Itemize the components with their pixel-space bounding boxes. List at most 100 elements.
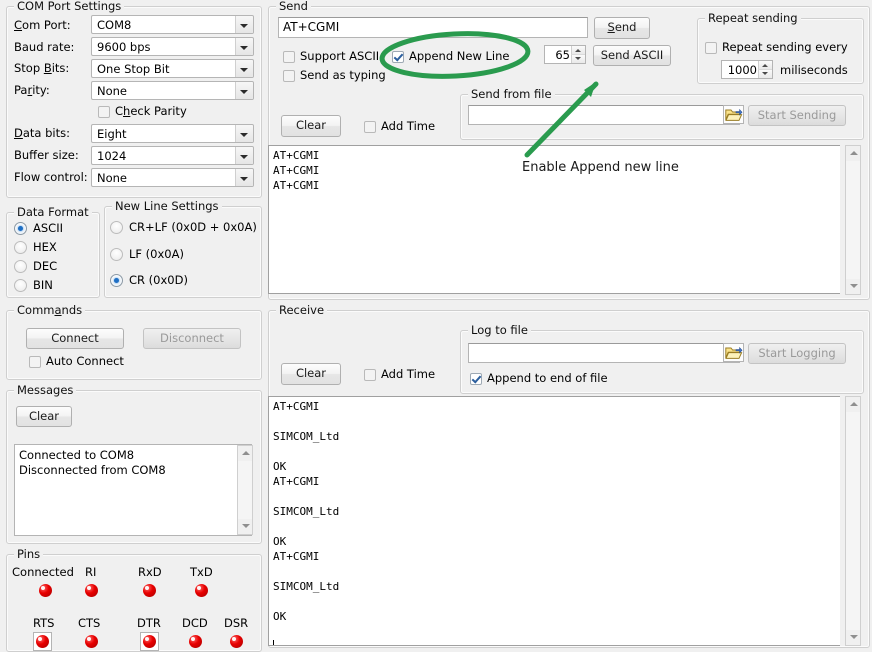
auto-connect-checkbox[interactable]: Auto Connect [29,355,124,368]
messages-scrollbar[interactable] [237,445,253,535]
list-item: Connected to COM8 [15,448,251,463]
scroll-up-arrow-icon[interactable] [238,446,252,461]
buffer-size-select[interactable]: 1024 [91,146,254,165]
ascii-code-value: 65 [555,48,570,62]
repeat-sending-caption: Repeat sending [705,12,801,24]
send-add-time-checkbox[interactable]: Add Time [364,120,435,133]
spinner-up-icon[interactable] [571,46,585,55]
checkbox-box [705,42,717,54]
radio-label: ASCII [33,222,63,235]
stop-bits-select[interactable]: One Stop Bit [91,59,254,78]
com-port-settings-caption: COM Port Settings [14,0,124,12]
chevron-down-icon[interactable] [235,125,253,142]
radio-dot [14,222,27,235]
messages-list[interactable]: Connected to COM8 Disconnected from COM8 [14,444,252,536]
data-bits-select[interactable]: Eight [91,124,254,143]
chevron-down-icon[interactable] [235,38,253,55]
radio-data-format-bin[interactable]: BIN [14,279,53,292]
pin-label-cts: CTS [78,616,100,630]
com-port-label: Com Port: [14,18,71,32]
ascii-code-spinner[interactable]: 65 [544,45,586,64]
auto-connect-label: Auto Connect [46,355,124,368]
radio-newline-lf[interactable]: LF (0x0A) [110,248,184,261]
send-button-label: Send [608,22,637,34]
commands-caption: Commands [14,304,85,316]
radio-label: HEX [33,241,57,254]
radio-newline-crlf[interactable]: CR+LF (0x0D + 0x0A) [110,221,257,234]
folder-open-icon [724,106,743,123]
send-caption: Send [276,0,311,12]
pin-label-connected: Connected [12,565,74,579]
com-port-select[interactable]: COM8 [91,15,254,34]
led-txd [195,584,208,597]
start-logging-button[interactable]: Start Logging [748,343,846,364]
radio-dot [110,221,123,234]
clear-label: Clear [296,368,326,380]
radio-data-format-hex[interactable]: HEX [14,241,57,254]
spinner-down-icon[interactable] [571,55,585,63]
scroll-up-arrow-icon[interactable] [846,397,860,412]
support-ascii-checkbox[interactable]: Support ASCII [283,50,379,63]
pin-label-txd: TxD [190,565,213,579]
parity-value: None [97,84,127,98]
pin-label-dsr: DSR [224,616,248,630]
send-as-typing-checkbox[interactable]: Send as typing [283,69,386,82]
receive-clear-button[interactable]: Clear [281,363,341,385]
disconnect-label: Disconnect [160,333,224,345]
connect-button[interactable]: Connect [26,328,124,349]
checkbox-box [29,356,41,368]
send-file-path-input[interactable] [468,105,740,125]
led-connected [39,584,52,597]
append-end-of-file-checkbox[interactable]: Append to end of file [470,372,608,385]
checkbox-box [392,51,404,63]
send-ascii-label: Send ASCII [601,50,664,62]
chevron-down-icon[interactable] [235,147,253,164]
radio-data-format-dec[interactable]: DEC [14,260,57,273]
parity-select[interactable]: None [91,81,254,100]
spinner-down-icon[interactable] [758,70,772,78]
radio-data-format-ascii[interactable]: ASCII [14,222,63,235]
append-new-line-label: Append New Line [409,50,510,63]
chevron-down-icon[interactable] [235,82,253,99]
repeat-interval-spinner[interactable]: 1000 [721,60,773,79]
checkbox-box [470,373,482,385]
chevron-down-icon[interactable] [235,60,253,77]
scroll-down-arrow-icon[interactable] [238,519,252,534]
start-sending-button[interactable]: Start Sending [748,105,846,126]
send-button[interactable]: Send [594,17,650,39]
log-to-file-caption: Log to file [468,324,531,336]
append-new-line-checkbox[interactable]: Append New Line [392,50,510,63]
flow-control-select[interactable]: None [91,168,254,187]
send-from-file-caption: Send from file [468,88,555,100]
send-file-browse-button[interactable] [723,105,744,124]
messages-clear-button[interactable]: Clear [16,406,72,427]
chevron-down-icon[interactable] [235,169,253,186]
messages-caption: Messages [14,384,76,396]
scroll-down-arrow-icon[interactable] [846,279,860,294]
radio-newline-cr[interactable]: CR (0x0D) [110,274,188,287]
receive-log-scrollbar[interactable] [845,396,861,646]
check-parity-checkbox[interactable]: Check Parity [98,105,187,118]
send-ascii-button[interactable]: Send ASCII [593,45,671,66]
send-log-scrollbar[interactable] [845,145,861,295]
receive-log-terminal[interactable]: AT+CGMI SIMCOM_Ltd OK AT+CGMI SIMCOM_Ltd… [268,396,840,646]
checkbox-box [364,121,376,133]
log-file-path-input[interactable] [468,343,740,363]
disconnect-button[interactable]: Disconnect [143,328,241,349]
send-clear-button[interactable]: Clear [281,115,341,137]
start-logging-label: Start Logging [758,348,835,360]
radio-dot [110,274,123,287]
receive-log-text: AT+CGMI SIMCOM_Ltd OK AT+CGMI SIMCOM_Ltd… [273,399,838,645]
annotation-text: Enable Append new line [522,160,679,175]
baud-rate-select[interactable]: 9600 bps [91,37,254,56]
chevron-down-icon[interactable] [235,16,253,33]
spinner-up-icon[interactable] [758,61,772,70]
scroll-down-arrow-icon[interactable] [846,630,860,645]
clear-label: Clear [29,411,59,423]
send-input[interactable]: AT+CGMI [278,17,588,38]
receive-add-time-checkbox[interactable]: Add Time [364,368,435,381]
pin-label-dcd: DCD [182,616,208,630]
log-file-browse-button[interactable] [723,343,744,362]
repeat-sending-checkbox[interactable]: Repeat sending every [705,41,848,54]
scroll-up-arrow-icon[interactable] [846,146,860,161]
